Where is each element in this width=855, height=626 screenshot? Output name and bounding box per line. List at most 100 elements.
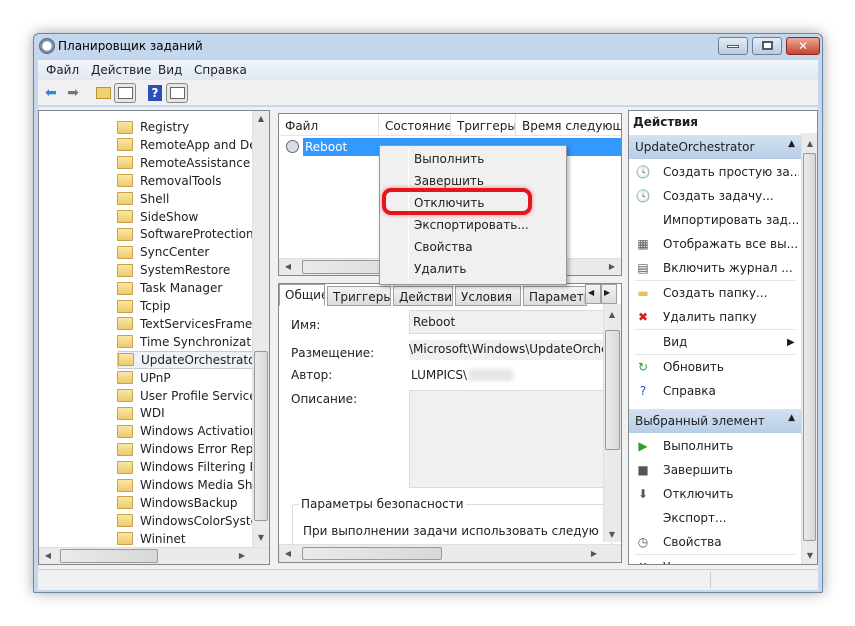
task-details: ОбщиеТриггерыДействияУсловияПараметры ◀ …: [278, 283, 622, 563]
action-item[interactable]: Вид ▶: [635, 330, 799, 354]
help-icon[interactable]: ?: [144, 83, 166, 103]
tree-item[interactable]: Windows Activation T: [117, 422, 269, 440]
action-item[interactable]: 🕓 Создать задачу...: [635, 184, 799, 208]
tree-item[interactable]: UPnP: [117, 369, 171, 387]
action-label: Создать простую за...: [663, 165, 799, 179]
column-header-status[interactable]: Состояние: [379, 114, 451, 136]
tree-item[interactable]: Tcpip: [117, 297, 170, 315]
forward-arrow-icon[interactable]: ➡: [62, 83, 84, 103]
tree-item[interactable]: Windows Media Shar: [117, 476, 265, 494]
description-label: Описание:: [291, 392, 358, 406]
display-running-tasks-icon: ▦: [637, 237, 649, 251]
folder-icon: [117, 156, 133, 170]
details-horizontal-scrollbar[interactable]: ◀ ▶: [279, 544, 621, 562]
tree-vertical-scrollbar[interactable]: ▲ ▼: [252, 111, 269, 547]
tree-item[interactable]: RemoteApp and Desk: [117, 136, 269, 154]
tree-item[interactable]: Wininet: [117, 530, 186, 548]
tab-scroll-left[interactable]: ◀: [585, 284, 601, 304]
column-header-triggers[interactable]: Триггеры: [451, 114, 516, 136]
menu-help[interactable]: Справка: [194, 63, 247, 77]
tree-item[interactable]: Registry: [117, 118, 189, 136]
tab-2[interactable]: Действия: [393, 286, 453, 306]
show-hide-action-pane-icon[interactable]: [166, 83, 188, 103]
tree-item[interactable]: Task Manager: [117, 279, 222, 297]
menu-file[interactable]: Файл: [46, 63, 79, 77]
action-item[interactable]: ▶ Выполнить: [635, 434, 799, 458]
action-item[interactable]: ▤ Включить журнал ...: [635, 256, 799, 280]
folder-icon: [117, 442, 133, 456]
tree-item[interactable]: UpdateOrchestrator: [117, 350, 266, 369]
close-button[interactable]: ✕: [786, 37, 820, 55]
context-menu-item[interactable]: Удалить: [414, 262, 467, 276]
action-item[interactable]: Экспорт...: [635, 506, 799, 530]
menu-action[interactable]: Действие: [91, 63, 151, 77]
tree-item[interactable]: Windows Error Repor: [117, 440, 266, 458]
back-arrow-icon[interactable]: ⬅: [40, 83, 62, 103]
minimize-button[interactable]: [718, 37, 748, 55]
tree-item[interactable]: User Profile Service: [117, 387, 257, 405]
tab-0[interactable]: Общие: [279, 284, 325, 306]
tree-item[interactable]: RemoteAssistance: [117, 154, 250, 172]
context-menu: Выполнить Завершить Отключить Экспортироват…: [379, 145, 567, 285]
action-item[interactable]: ⬇ Отключить: [635, 482, 799, 506]
location-field[interactable]: \Microsoft\Windows\UpdateOrches: [409, 340, 604, 360]
folder-icon: [117, 532, 133, 546]
section-header-selected[interactable]: Выбранный элемент ▲: [629, 409, 801, 433]
action-item[interactable]: ? Справка: [635, 379, 799, 403]
tree-item[interactable]: SyncCenter: [117, 243, 209, 261]
tree-item-label: Windows Media Shar: [140, 478, 265, 492]
maximize-button[interactable]: [752, 37, 782, 55]
help-icon: ?: [639, 384, 647, 398]
tree-item[interactable]: Shell: [117, 190, 169, 208]
create-task-icon: 🕓: [635, 189, 651, 203]
context-menu-item[interactable]: Экспортировать...: [414, 218, 529, 232]
column-header-name[interactable]: Файл: [279, 114, 379, 136]
collapse-icon[interactable]: ▲: [788, 139, 795, 149]
folder-icon: [117, 406, 133, 420]
folder-up-icon[interactable]: [92, 83, 114, 103]
action-item[interactable]: ◷ Свойства: [635, 530, 799, 554]
context-menu-item[interactable]: Завершить: [414, 174, 484, 188]
action-item[interactable]: ▬ Создать папку...: [635, 281, 799, 305]
tree-item[interactable]: Windows Filtering Pla: [117, 458, 267, 476]
column-header-next-run[interactable]: Время следующе: [516, 114, 621, 136]
context-menu-item[interactable]: Свойства: [414, 240, 473, 254]
menu-view[interactable]: Вид: [158, 63, 182, 77]
action-item[interactable]: Импортировать зад...: [635, 208, 799, 232]
name-field[interactable]: Reboot: [409, 310, 604, 334]
tab-4[interactable]: Параметры: [523, 286, 587, 306]
folder-icon: [117, 192, 133, 206]
tree-item-label: SystemRestore: [140, 263, 231, 278]
section-title: UpdateOrchestrator: [635, 140, 755, 154]
action-item[interactable]: ↻ Обновить: [635, 355, 799, 379]
tab-3[interactable]: Условия: [455, 286, 521, 306]
action-item[interactable]: ▦ Отображать все вы...: [635, 232, 799, 256]
task-name: Reboot: [305, 140, 348, 154]
tree-item[interactable]: SoftwareProtectionPl: [117, 225, 264, 243]
tree-item[interactable]: WindowsColorSysten: [117, 512, 266, 530]
tree-horizontal-scrollbar[interactable]: ◀ ▶: [39, 547, 269, 564]
action-item[interactable]: ✖ Удалить папку: [635, 305, 799, 329]
action-item[interactable]: 🕓 Создать простую за...: [635, 160, 799, 184]
folder-icon: [117, 281, 133, 295]
folder-icon: [117, 120, 133, 134]
tab-1[interactable]: Триггеры: [327, 286, 391, 306]
tab-scroll-right[interactable]: ▶: [601, 284, 617, 304]
tree-item[interactable]: SideShow: [117, 208, 198, 226]
actions-vertical-scrollbar[interactable]: ▲ ▼: [801, 133, 817, 564]
tree-item[interactable]: TextServicesFramewo: [117, 315, 269, 333]
tree-item[interactable]: RemovalTools: [117, 172, 222, 190]
section-header-folder[interactable]: UpdateOrchestrator ▲: [629, 135, 801, 159]
description-field[interactable]: [409, 390, 604, 488]
show-hide-console-tree-icon[interactable]: [114, 83, 136, 103]
action-item[interactable]: ✖ Удалить: [635, 555, 799, 564]
tree-item[interactable]: SystemRestore: [117, 261, 230, 279]
tree-item[interactable]: WindowsBackup: [117, 494, 238, 512]
tree-item[interactable]: WDI: [117, 404, 165, 422]
action-item[interactable]: ■ Завершить: [635, 458, 799, 482]
context-menu-item[interactable]: Выполнить: [414, 152, 484, 166]
tree-item-label: WDI: [140, 406, 165, 421]
collapse-icon[interactable]: ▲: [788, 413, 795, 423]
tree-item[interactable]: Time Synchronizatio: [117, 333, 262, 351]
details-vertical-scrollbar[interactable]: ▲ ▼: [603, 304, 621, 542]
